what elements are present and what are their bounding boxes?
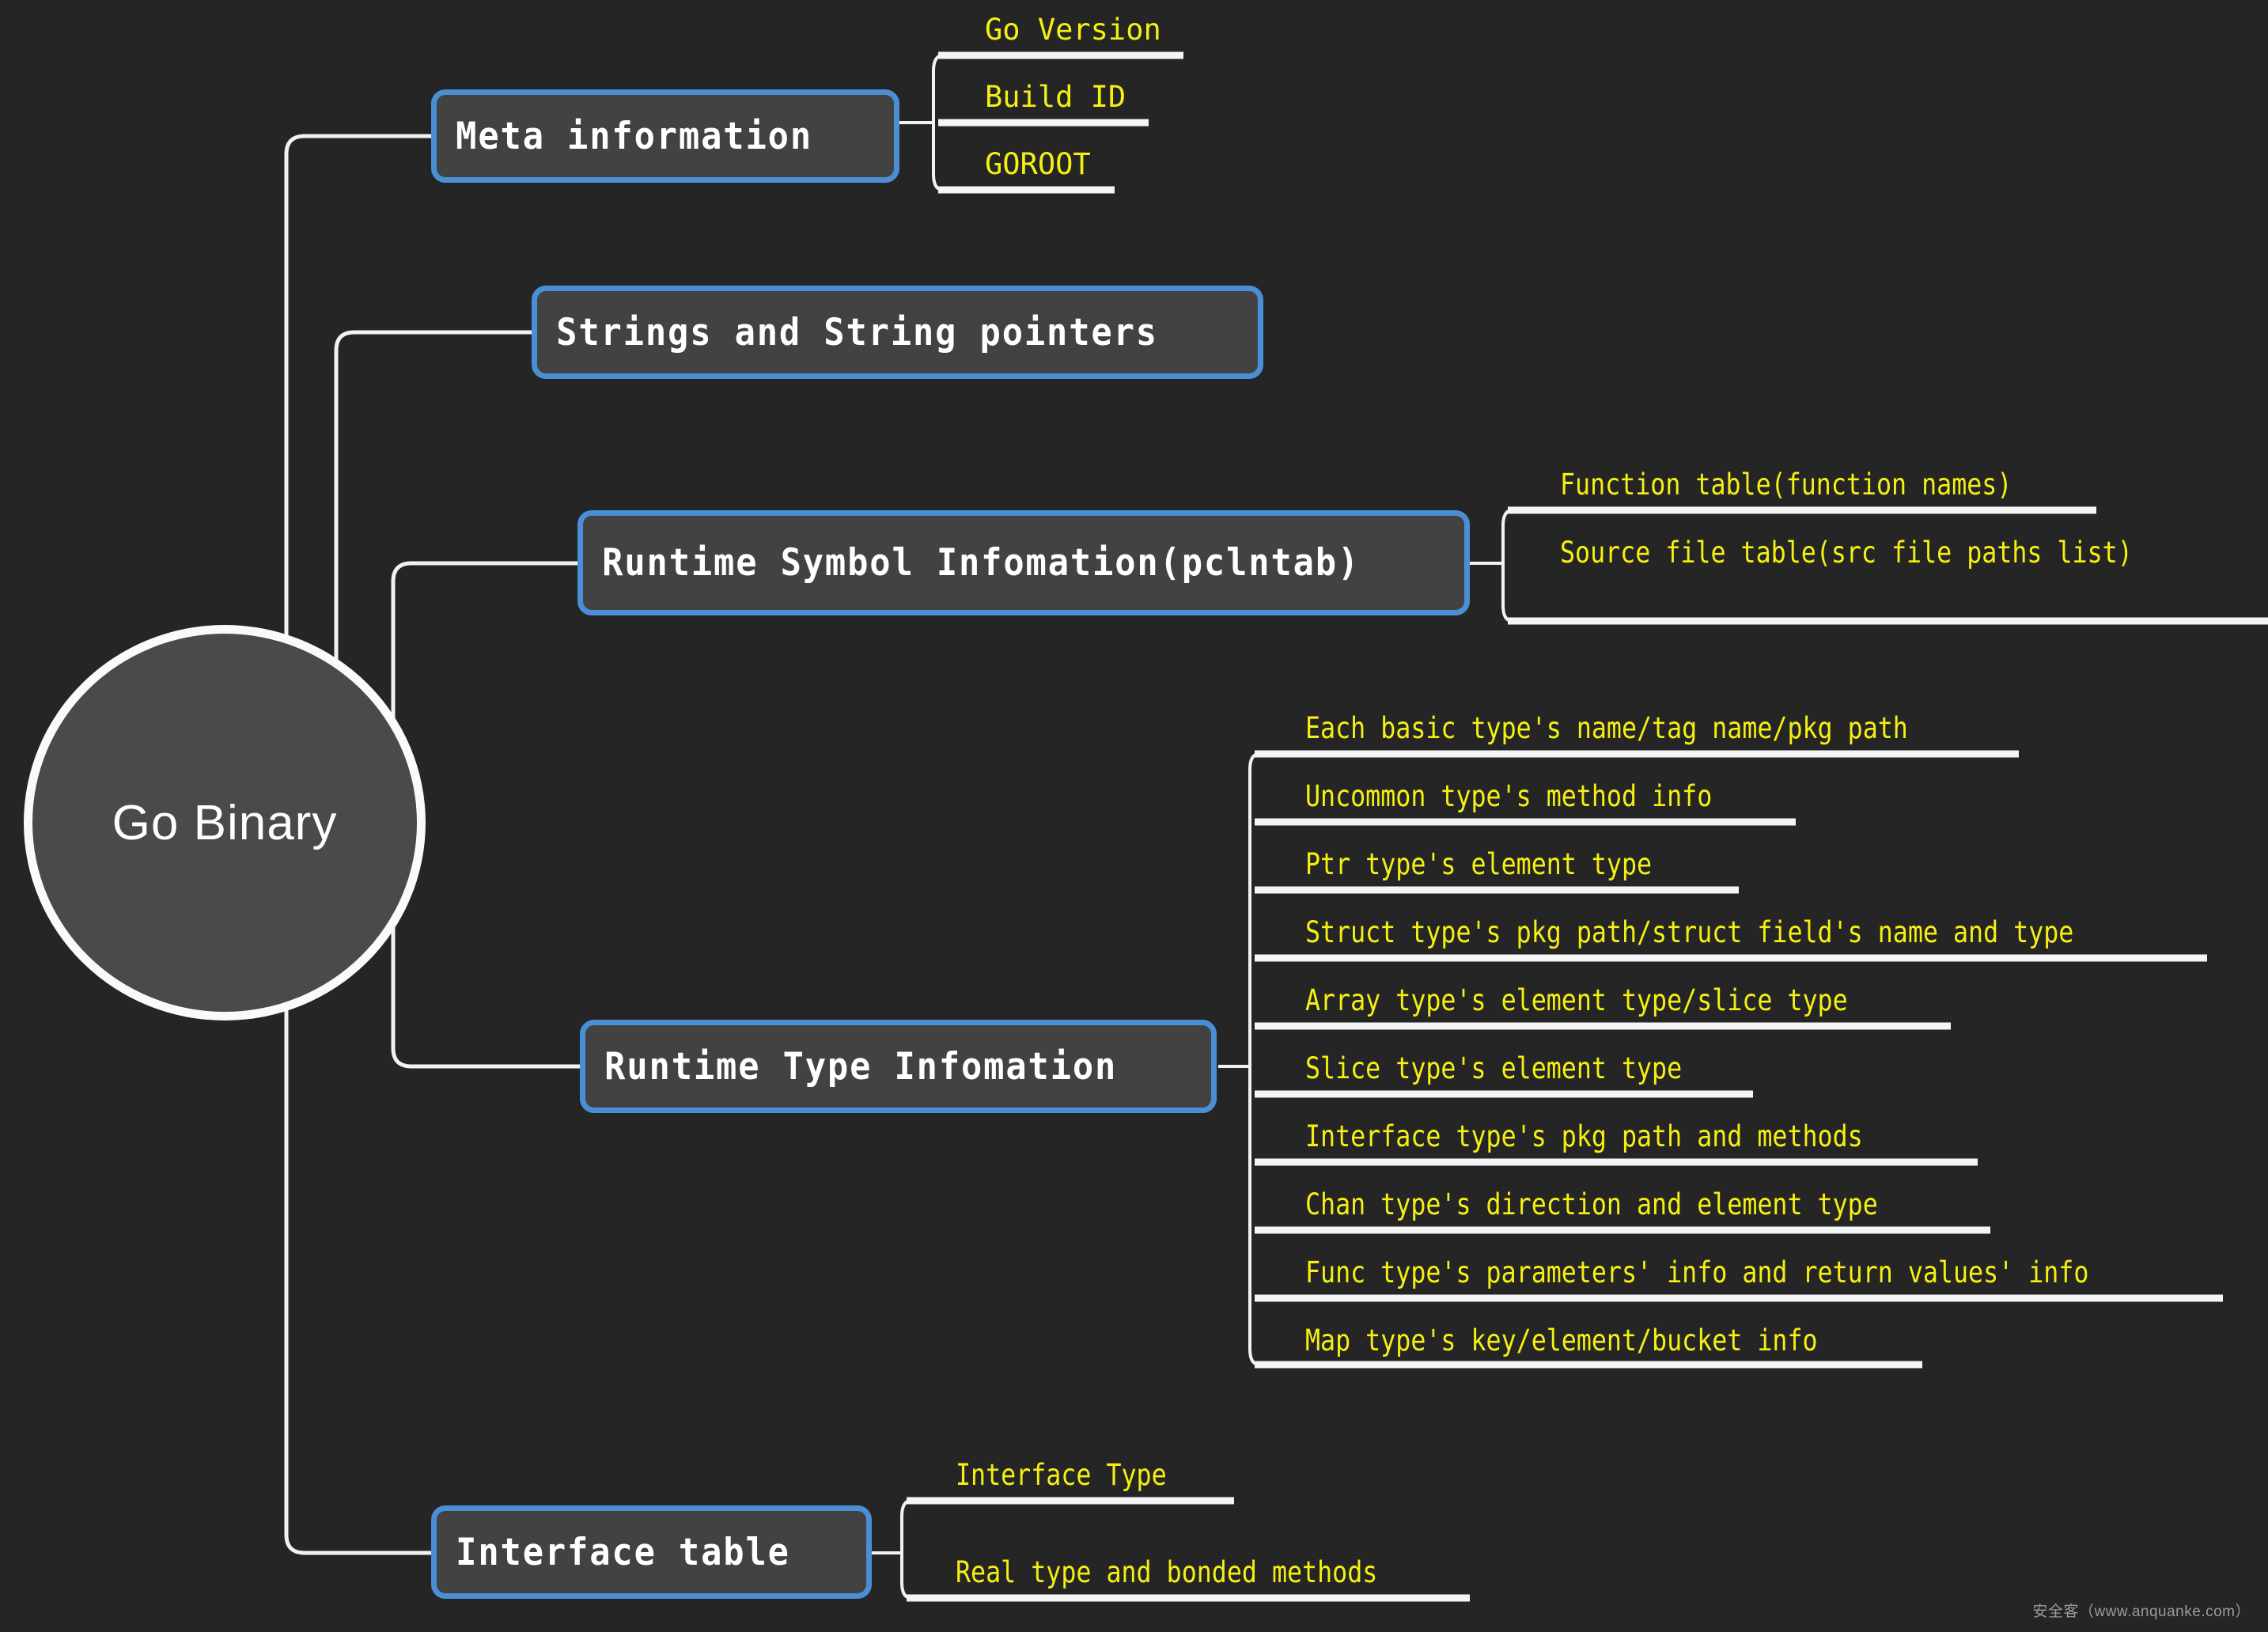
wire-itab-spine (902, 1501, 911, 1598)
watermark: 安全客（www.anquanke.com） (2032, 1600, 2251, 1621)
leaf-label-rtype-uncommon: Uncommon type's method info (1305, 779, 1712, 813)
leaf-label-rtype-map: Map type's key/element/bucket info (1305, 1323, 1818, 1357)
leaf-rtype-array[interactable]: Array type's element type/slice type (1305, 983, 1940, 1017)
leaf-label-interface-type: Interface Type (956, 1458, 1167, 1492)
leaf-source-file-table[interactable]: Source file table(src file paths list) (1560, 536, 2229, 570)
branch-node-meta-information[interactable]: Meta information (431, 89, 899, 183)
leaf-go-version[interactable]: Go Version (985, 13, 1161, 47)
leaf-rtype-interface[interactable]: Interface type's pkg path and methods (1305, 1119, 1957, 1153)
leaf-label-rtype-basic: Each basic type's name/tag name/pkg path (1305, 711, 1908, 745)
root-node-label: Go Binary (112, 795, 338, 851)
branch-node-strings-and-string-pointers[interactable]: Strings and String pointers (532, 286, 1263, 379)
branch-label-meta-information: Meta information (437, 115, 831, 158)
leaf-label-rtype-ptr: Ptr type's element type (1305, 847, 1652, 881)
leaf-rtype-struct[interactable]: Struct type's pkg path/struct field's na… (1305, 915, 2204, 949)
branch-node-runtime-symbol-infomation[interactable]: Runtime Symbol Infomation(pclntab) (577, 510, 1470, 615)
leaf-rtype-func[interactable]: Func type's parameters' info and return … (1305, 1255, 2221, 1289)
leaf-label-rtype-func: Func type's parameters' info and return … (1305, 1255, 2088, 1289)
leaf-rtype-slice[interactable]: Slice type's element type (1305, 1051, 1746, 1085)
leaf-goroot[interactable]: GOROOT (985, 147, 1091, 181)
branch-label-runtime-type-infomation: Runtime Type Infomation (585, 1045, 1136, 1089)
leaf-rtype-uncommon[interactable]: Uncommon type's method info (1305, 779, 1781, 813)
branch-node-interface-table[interactable]: Interface table (431, 1505, 872, 1599)
wire-rtype-spine (1250, 754, 1259, 1365)
leaf-label-rtype-chan: Chan type's direction and element type (1305, 1187, 1878, 1221)
leaf-interface-type[interactable]: Interface Type (956, 1458, 1202, 1492)
leaf-rtype-basic[interactable]: Each basic type's name/tag name/pkg path (1305, 711, 2010, 745)
leaf-label-rtype-struct: Struct type's pkg path/struct field's na… (1305, 915, 2073, 949)
leaf-rtype-map[interactable]: Map type's key/element/bucket info (1305, 1323, 1904, 1357)
leaf-rtype-chan[interactable]: Chan type's direction and element type (1305, 1187, 1975, 1221)
leaf-rtype-ptr[interactable]: Ptr type's element type (1305, 847, 1710, 881)
wire-meta-spine (933, 55, 943, 190)
leaf-label-function-table: Function table(function names) (1560, 468, 2012, 502)
leaf-label-real-type: Real type and bonded methods (956, 1555, 1377, 1589)
branch-label-strings-and-string-pointers: Strings and String pointers (537, 311, 1177, 354)
branch-label-interface-table: Interface table (437, 1531, 809, 1574)
root-node[interactable]: Go Binary (24, 625, 426, 1020)
leaf-build-id[interactable]: Build ID (985, 80, 1126, 114)
leaf-label-source-file-table: Source file table(src file paths list) (1560, 536, 2133, 570)
branch-label-runtime-symbol-infomation: Runtime Symbol Infomation(pclntab) (583, 541, 1379, 585)
leaf-label-rtype-slice: Slice type's element type (1305, 1051, 1682, 1085)
leaf-label-goroot: GOROOT (985, 147, 1091, 181)
leaf-function-table[interactable]: Function table(function names) (1560, 468, 2088, 502)
leaf-label-build-id: Build ID (985, 80, 1126, 114)
leaf-real-type[interactable]: Real type and bonded methods (956, 1555, 1449, 1589)
wire-pclntab-spine (1503, 510, 1513, 621)
leaf-label-go-version: Go Version (985, 13, 1161, 47)
leaf-label-rtype-interface: Interface type's pkg path and methods (1305, 1119, 1863, 1153)
branch-node-runtime-type-infomation[interactable]: Runtime Type Infomation (580, 1020, 1217, 1113)
mindmap-canvas: Go Binary Meta information Go Version Bu… (0, 0, 2268, 1632)
leaf-label-rtype-array: Array type's element type/slice type (1305, 983, 1848, 1017)
